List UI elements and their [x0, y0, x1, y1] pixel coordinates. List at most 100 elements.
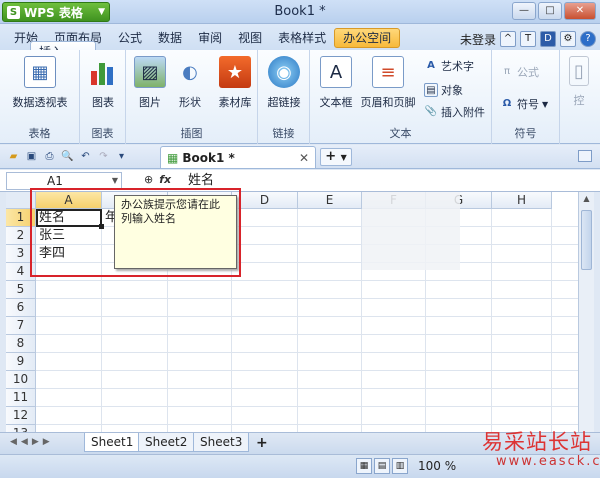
- chevron-down-icon: ▼: [542, 99, 549, 109]
- chevron-down-icon: ▼: [111, 176, 118, 185]
- group-link: ◉ 超链接 链接: [258, 50, 310, 144]
- formula-symbol-button[interactable]: π 公式: [500, 64, 539, 80]
- tab-formula[interactable]: 公式: [110, 28, 150, 50]
- ribbon: ▦ 数据透视表 表格 图表 图表 ▨ 图片 ◐ 形状 ★ 素材库 插图 ◉ 超链…: [0, 50, 600, 144]
- collapse-ribbon-icon[interactable]: ^: [500, 31, 516, 47]
- row-header-11[interactable]: 11: [6, 389, 36, 407]
- row-header-9[interactable]: 9: [6, 353, 36, 371]
- window-title: Book1 *: [274, 4, 326, 19]
- scroll-thumb[interactable]: [581, 210, 592, 270]
- skin-icon[interactable]: T: [520, 31, 536, 47]
- group-text: A 文本框 ≡ 页眉和页脚 A 艺术字 ▤ 对象 📎 插入附件 文本: [310, 50, 492, 144]
- grid-column-line: [297, 209, 298, 432]
- fx-icon[interactable]: fx: [159, 173, 171, 186]
- grid-row-line: [36, 316, 578, 317]
- insert-attachment-button[interactable]: 📎 插入附件: [424, 104, 485, 120]
- material-library-button[interactable]: ★ 素材库: [214, 56, 256, 110]
- formula-input[interactable]: 姓名: [188, 172, 214, 189]
- group-chart: 图表 图表: [80, 50, 126, 144]
- open-folder-icon[interactable]: ▰: [6, 149, 21, 164]
- textbox-button[interactable]: A 文本框: [316, 56, 356, 110]
- page-break-view-icon[interactable]: ▤: [374, 458, 390, 474]
- group-table: ▦ 数据透视表 表格: [0, 50, 80, 144]
- sheet-tab-2[interactable]: Sheet2: [138, 433, 195, 452]
- word-art-button[interactable]: A 艺术字: [424, 58, 474, 74]
- close-button[interactable]: ✕: [564, 2, 596, 20]
- row-header-10[interactable]: 10: [6, 371, 36, 389]
- row-header-8[interactable]: 8: [6, 335, 36, 353]
- pivot-table-button[interactable]: ▦ 数据透视表: [8, 56, 72, 110]
- sheet-nav-arrows-icon[interactable]: ◀◀▶▶: [10, 437, 54, 447]
- vertical-scrollbar[interactable]: ▲: [578, 192, 594, 432]
- tab-list-icon[interactable]: [578, 150, 592, 162]
- tab-data[interactable]: 数据: [150, 28, 190, 50]
- save-icon[interactable]: ▣: [24, 149, 39, 164]
- object-button[interactable]: ▤ 对象: [424, 82, 463, 98]
- control-button[interactable]: ▯ 控: [564, 56, 594, 108]
- new-tab-button[interactable]: + ▼: [320, 148, 352, 166]
- print-preview-icon[interactable]: 🔍: [60, 149, 75, 164]
- scroll-up-icon[interactable]: ▲: [579, 194, 594, 208]
- maximize-button[interactable]: □: [538, 2, 562, 20]
- tab-view[interactable]: 视图: [230, 28, 270, 50]
- minimize-button[interactable]: —: [512, 2, 536, 20]
- page-layout-view-icon[interactable]: ▥: [392, 458, 408, 474]
- group-symbol: π 公式 Ω 符号 ▼ 符号: [492, 50, 560, 144]
- normal-view-icon[interactable]: ▦: [356, 458, 372, 474]
- print-icon[interactable]: ⎙: [42, 149, 57, 164]
- row-header-7[interactable]: 7: [6, 317, 36, 335]
- column-header-h[interactable]: H: [492, 192, 552, 209]
- shape-icon: ◐: [182, 61, 198, 83]
- tab-office-space[interactable]: 办公空间: [334, 28, 401, 48]
- grid-row-line: [36, 352, 578, 353]
- d-icon[interactable]: D: [540, 31, 556, 47]
- row-header-6[interactable]: 6: [6, 299, 36, 317]
- tab-review[interactable]: 审阅: [190, 28, 230, 50]
- close-tab-icon[interactable]: ✕: [299, 151, 309, 165]
- object-icon: ▤: [424, 83, 438, 97]
- grid-column-line: [491, 209, 492, 432]
- symbol-button[interactable]: Ω 符号 ▼: [500, 96, 548, 112]
- help-icon[interactable]: ?: [580, 31, 596, 47]
- column-header-d[interactable]: D: [232, 192, 298, 209]
- blurred-area: [362, 192, 460, 270]
- attachment-icon: 📎: [424, 106, 438, 117]
- grid-column-line: [551, 209, 552, 432]
- grid-row-line: [36, 388, 578, 389]
- document-tab[interactable]: ▦ Book1 * ✕: [160, 146, 316, 168]
- zoom-formula-icon[interactable]: ⊕: [144, 173, 153, 186]
- pivot-table-icon: ▦: [24, 56, 56, 88]
- document-tab-bar: ▰ ▣ ⎙ 🔍 ↶ ↷ ▾ ▦ Book1 * ✕ + ▼: [0, 145, 600, 169]
- grid-row-line: [36, 334, 578, 335]
- hyperlink-button[interactable]: ◉ 超链接: [264, 56, 304, 110]
- undo-icon[interactable]: ↶: [78, 149, 93, 164]
- redo-icon[interactable]: ↷: [96, 149, 111, 164]
- textbox-icon: A: [320, 56, 352, 88]
- header-footer-button[interactable]: ≡ 页眉和页脚: [360, 56, 416, 110]
- control-icon: ▯: [569, 56, 589, 86]
- add-sheet-button[interactable]: +: [256, 435, 268, 451]
- group-illustration: ▨ 图片 ◐ 形状 ★ 素材库 插图: [126, 50, 258, 144]
- zoom-level[interactable]: 100 %: [418, 459, 456, 473]
- header-footer-icon: ≡: [372, 56, 404, 88]
- sheet-tab-3[interactable]: Sheet3: [193, 433, 250, 452]
- grid-row-line: [36, 406, 578, 407]
- bar-chart-icon: [87, 56, 119, 88]
- row-header-13[interactable]: 13: [6, 425, 36, 432]
- customize-qat-icon[interactable]: ▾: [114, 149, 129, 164]
- shape-button[interactable]: ◐ 形状: [172, 56, 208, 110]
- login-status[interactable]: 未登录: [460, 31, 496, 48]
- material-library-icon: ★: [219, 56, 251, 88]
- picture-button[interactable]: ▨ 图片: [132, 56, 168, 110]
- row-header-5[interactable]: 5: [6, 281, 36, 299]
- chart-button[interactable]: 图表: [84, 56, 122, 110]
- grid-row-line: [36, 424, 578, 425]
- word-art-icon: A: [427, 60, 435, 71]
- pi-icon: π: [503, 66, 511, 77]
- settings-icon[interactable]: ⚙: [560, 31, 576, 47]
- row-header-12[interactable]: 12: [6, 407, 36, 425]
- column-header-e[interactable]: E: [298, 192, 362, 209]
- omega-icon: Ω: [502, 98, 512, 109]
- tab-table-style[interactable]: 表格样式: [270, 28, 334, 50]
- grid-row-line: [36, 280, 578, 281]
